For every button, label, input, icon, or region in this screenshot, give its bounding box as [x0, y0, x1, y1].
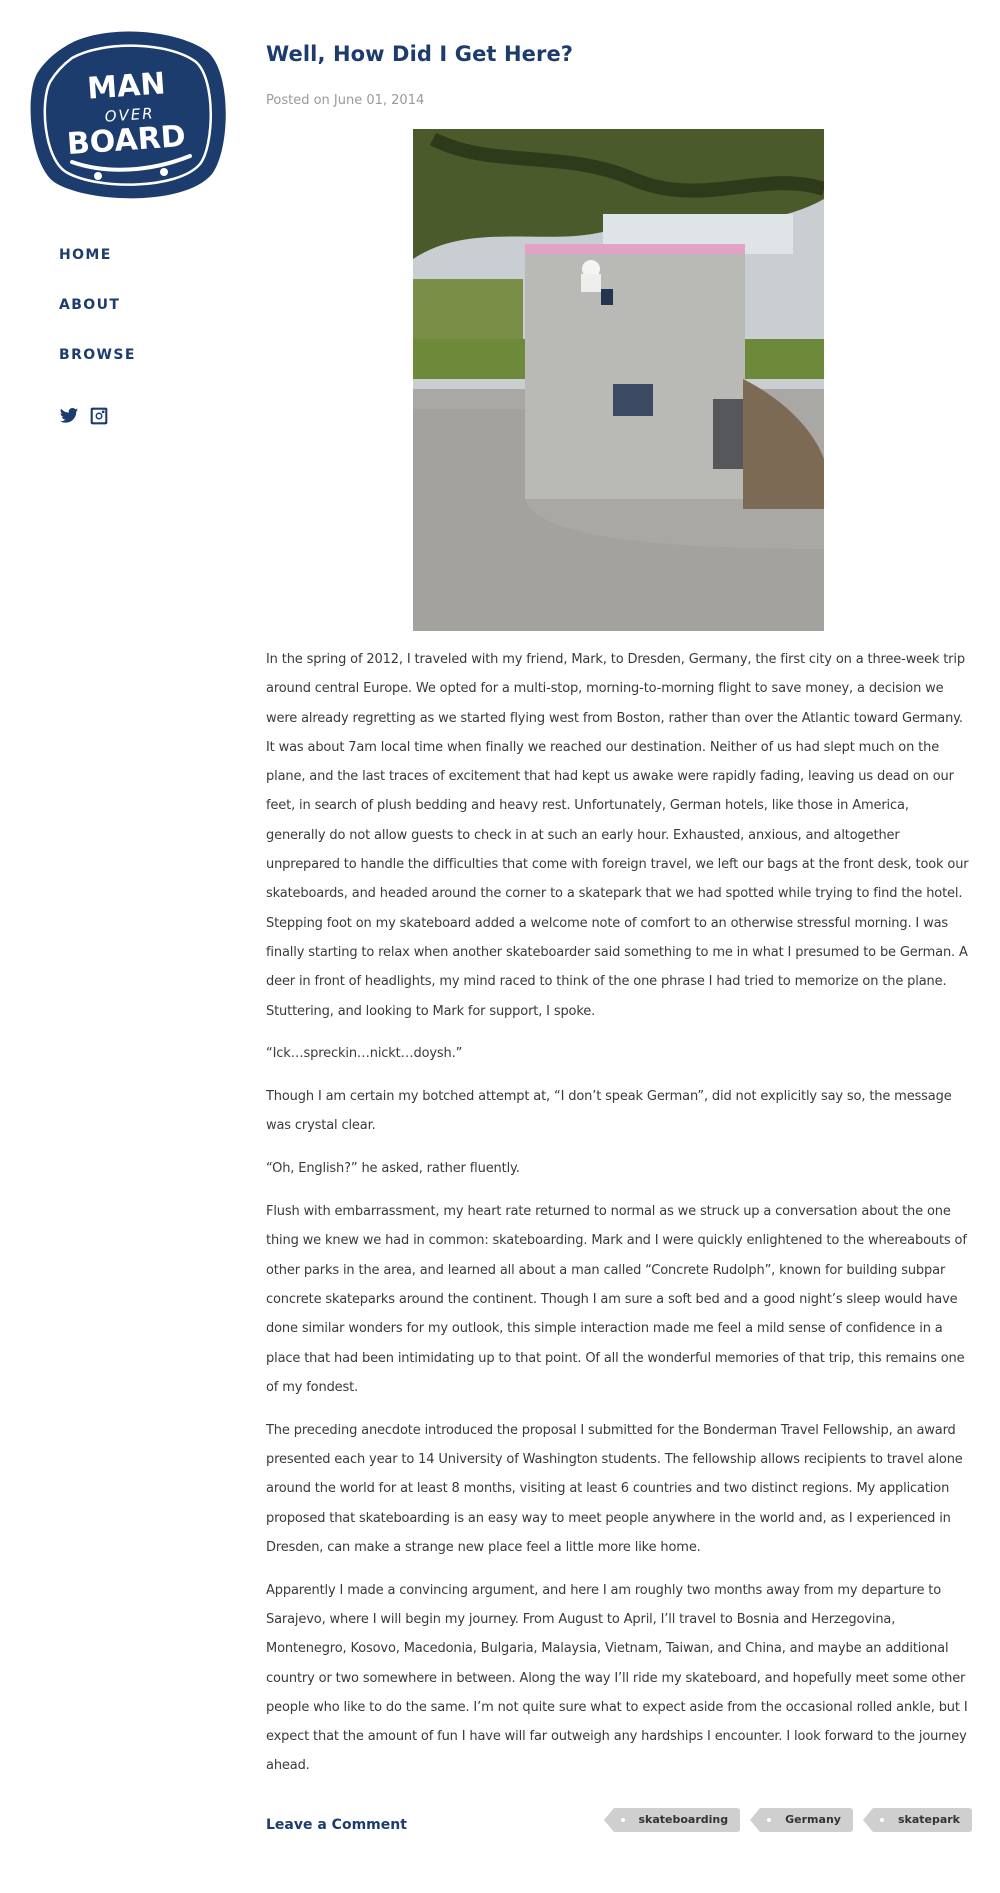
tag-list: skateboarding Germany skatepark [603, 1808, 972, 1832]
tag-skateboarding[interactable]: skateboarding [603, 1808, 741, 1832]
post-date: Posted on June 01, 2014 [266, 93, 425, 108]
post-title[interactable]: Well, How Did I Get Here? [266, 42, 573, 66]
tag-skatepark[interactable]: skatepark [862, 1808, 972, 1832]
post-body: In the spring of 2012, I traveled with m… [266, 645, 972, 1794]
nav-item-home[interactable]: HOME [59, 244, 136, 294]
nav-item-browse[interactable]: BROWSE [59, 344, 136, 394]
post-paragraph: The preceding anecdote introduced the pr… [266, 1422, 963, 1555]
logo-text-man: MAN [86, 66, 166, 106]
post-image [413, 129, 824, 631]
post-paragraph: Flush with embarrassment, my heart rate … [266, 1204, 967, 1395]
post-paragraph: “Ick…spreckin…nickt…doysh.” [266, 1046, 463, 1062]
post-paragraph: Apparently I made a convincing argument,… [266, 1582, 968, 1774]
post-paragraph: “Oh, English?” he asked, rather fluently… [266, 1161, 520, 1177]
tag-germany[interactable]: Germany [750, 1808, 853, 1832]
post-footer: Leave a Comment skateboarding Germany sk… [266, 1808, 972, 1836]
instagram-icon[interactable] [89, 406, 109, 426]
leave-comment-link[interactable]: Leave a Comment [266, 1817, 407, 1833]
site-logo[interactable]: MAN OVER BOARD [26, 24, 228, 202]
post-paragraph: Though I am certain my botched attempt a… [266, 1089, 952, 1134]
twitter-icon[interactable] [59, 406, 79, 426]
nav-item-about[interactable]: ABOUT [59, 294, 136, 344]
post-paragraph: In the spring of 2012, I traveled with m… [266, 652, 969, 1019]
social-links [59, 406, 109, 426]
main-nav: HOME ABOUT BROWSE [59, 244, 136, 394]
